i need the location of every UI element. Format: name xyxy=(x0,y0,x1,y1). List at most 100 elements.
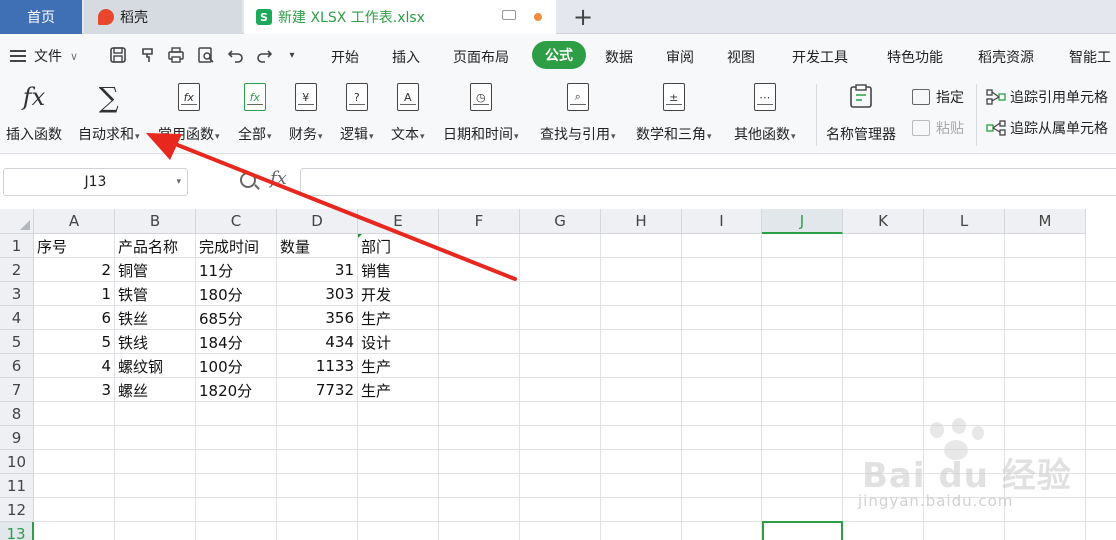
row-header-8[interactable]: 8 xyxy=(0,402,34,426)
menu-smart-tools[interactable]: 智能工 xyxy=(1069,47,1111,67)
cell-b4[interactable]: 铁丝 xyxy=(115,306,195,330)
menu-developer[interactable]: 开发工具 xyxy=(792,47,848,67)
cell-a5[interactable]: 5 xyxy=(34,330,114,354)
menu-view[interactable]: 视图 xyxy=(727,47,755,67)
fx-icon[interactable]: fx xyxy=(270,168,287,189)
column-header-j[interactable]: J xyxy=(762,209,843,234)
insert-function-button[interactable]: fx 插入函数 xyxy=(6,82,62,144)
column-header-k[interactable]: K xyxy=(843,209,924,234)
cell-b2[interactable]: 铜管 xyxy=(115,258,195,282)
column-header-d[interactable]: D xyxy=(277,209,358,234)
math-functions-button[interactable]: ± 数学和三角▾ xyxy=(636,82,712,144)
column-header-g[interactable]: G xyxy=(520,209,601,234)
cell-a2[interactable]: 2 xyxy=(34,258,114,282)
menu-review[interactable]: 审阅 xyxy=(666,47,694,67)
cell-c2[interactable]: 11分 xyxy=(196,258,276,282)
menu-features[interactable]: 特色功能 xyxy=(887,47,943,67)
print-preview-icon[interactable] xyxy=(196,45,216,65)
row-header-3[interactable]: 3 xyxy=(0,282,34,306)
formula-input[interactable] xyxy=(300,168,1116,196)
quick-access-more-icon[interactable]: ▾ xyxy=(282,45,302,65)
row-header-13[interactable]: 13 xyxy=(0,522,34,540)
cell-c4[interactable]: 685分 xyxy=(196,306,276,330)
trace-dependents-button[interactable]: 追踪从属单元格 xyxy=(986,118,1108,138)
logic-functions-button[interactable]: ? 逻辑▾ xyxy=(340,82,374,144)
column-header-c[interactable]: C xyxy=(196,209,277,234)
menu-start[interactable]: 开始 xyxy=(331,47,359,67)
other-functions-button[interactable]: ⋯ 其他函数▾ xyxy=(734,82,796,144)
menu-formulas[interactable]: 公式 xyxy=(532,41,586,69)
column-header-b[interactable]: B xyxy=(115,209,196,234)
row-header-6[interactable]: 6 xyxy=(0,354,34,378)
cell-c3[interactable]: 180分 xyxy=(196,282,276,306)
row-header-5[interactable]: 5 xyxy=(0,330,34,354)
cell-e2[interactable]: 销售 xyxy=(358,258,438,282)
cell-e5[interactable]: 设计 xyxy=(358,330,438,354)
cell-e1[interactable]: 部门 xyxy=(358,234,438,258)
print-icon[interactable] xyxy=(166,45,186,65)
cell-d5[interactable]: 434 xyxy=(277,330,357,354)
lookup-functions-button[interactable]: ⌕ 查找与引用▾ xyxy=(540,82,616,144)
row-header-11[interactable]: 11 xyxy=(0,474,34,498)
cell-b5[interactable]: 铁线 xyxy=(115,330,195,354)
cell-d3[interactable]: 303 xyxy=(277,282,357,306)
assign-name-button[interactable]: 指定 xyxy=(912,87,964,107)
cell-d2[interactable]: 31 xyxy=(277,258,357,282)
autosum-button[interactable]: ∑ 自动求和▾ xyxy=(78,81,140,144)
name-manager-button[interactable]: 名称管理器 xyxy=(826,82,896,144)
column-header-l[interactable]: L xyxy=(924,209,1005,234)
cell-c1[interactable]: 完成时间 xyxy=(196,234,276,258)
column-header-e[interactable]: E xyxy=(358,209,439,234)
cell-d4[interactable]: 356 xyxy=(277,306,357,330)
paste-name-button[interactable]: 粘贴 xyxy=(912,118,964,138)
cell-b7[interactable]: 螺丝 xyxy=(115,378,195,402)
trace-precedents-button[interactable]: 追踪引用单元格 xyxy=(986,87,1108,107)
cell-b3[interactable]: 铁管 xyxy=(115,282,195,306)
column-header-m[interactable]: M xyxy=(1005,209,1086,234)
cell-d1[interactable]: 数量 xyxy=(277,234,357,258)
monitor-icon[interactable] xyxy=(502,10,516,20)
common-functions-button[interactable]: fx 常用函数▾ xyxy=(158,82,220,144)
column-header-h[interactable]: H xyxy=(601,209,682,234)
row-header-1[interactable]: 1 xyxy=(0,234,34,258)
cell-a6[interactable]: 4 xyxy=(34,354,114,378)
cell-b1[interactable]: 产品名称 xyxy=(115,234,195,258)
cell-a4[interactable]: 6 xyxy=(34,306,114,330)
name-box[interactable]: J13 ▾ xyxy=(3,168,188,196)
cell-d7[interactable]: 7732 xyxy=(277,378,357,402)
menu-daoke-resources[interactable]: 稻壳资源 xyxy=(978,47,1034,67)
row-header-10[interactable]: 10 xyxy=(0,450,34,474)
cell-c6[interactable]: 100分 xyxy=(196,354,276,378)
column-header-i[interactable]: I xyxy=(682,209,762,234)
tab-daoke[interactable]: 稻壳 xyxy=(84,0,242,34)
zoom-search-icon[interactable] xyxy=(240,172,256,188)
cell-e4[interactable]: 生产 xyxy=(358,306,438,330)
cell-a1[interactable]: 序号 xyxy=(34,234,114,258)
menu-data[interactable]: 数据 xyxy=(605,47,633,67)
cell-a7[interactable]: 3 xyxy=(34,378,114,402)
select-all-corner[interactable] xyxy=(0,209,34,234)
all-functions-button[interactable]: fx 全部▾ xyxy=(238,82,272,144)
file-menu-button[interactable]: 文件 ∨ xyxy=(10,46,78,66)
save-icon[interactable] xyxy=(108,45,128,65)
new-tab-button[interactable]: + xyxy=(566,0,600,34)
row-header-4[interactable]: 4 xyxy=(0,306,34,330)
text-functions-button[interactable]: A 文本▾ xyxy=(391,82,425,144)
redo-icon[interactable] xyxy=(254,45,274,65)
cell-e6[interactable]: 生产 xyxy=(358,354,438,378)
column-header-f[interactable]: F xyxy=(439,209,520,234)
menu-page-layout[interactable]: 页面布局 xyxy=(453,47,509,67)
cell-c5[interactable]: 184分 xyxy=(196,330,276,354)
tab-workbook[interactable]: S 新建 XLSX 工作表.xlsx xyxy=(244,0,556,34)
undo-icon[interactable] xyxy=(226,45,246,65)
row-header-2[interactable]: 2 xyxy=(0,258,34,282)
datetime-functions-button[interactable]: ◷ 日期和时间▾ xyxy=(443,82,519,144)
menu-insert[interactable]: 插入 xyxy=(392,47,420,67)
cell-d6[interactable]: 1133 xyxy=(277,354,357,378)
column-header-a[interactable]: A xyxy=(34,209,115,234)
cell-b6[interactable]: 螺纹钢 xyxy=(115,354,195,378)
format-painter-icon[interactable] xyxy=(138,45,158,65)
finance-functions-button[interactable]: ¥ 财务▾ xyxy=(289,82,323,144)
row-header-12[interactable]: 12 xyxy=(0,498,34,522)
cell-e3[interactable]: 开发 xyxy=(358,282,438,306)
